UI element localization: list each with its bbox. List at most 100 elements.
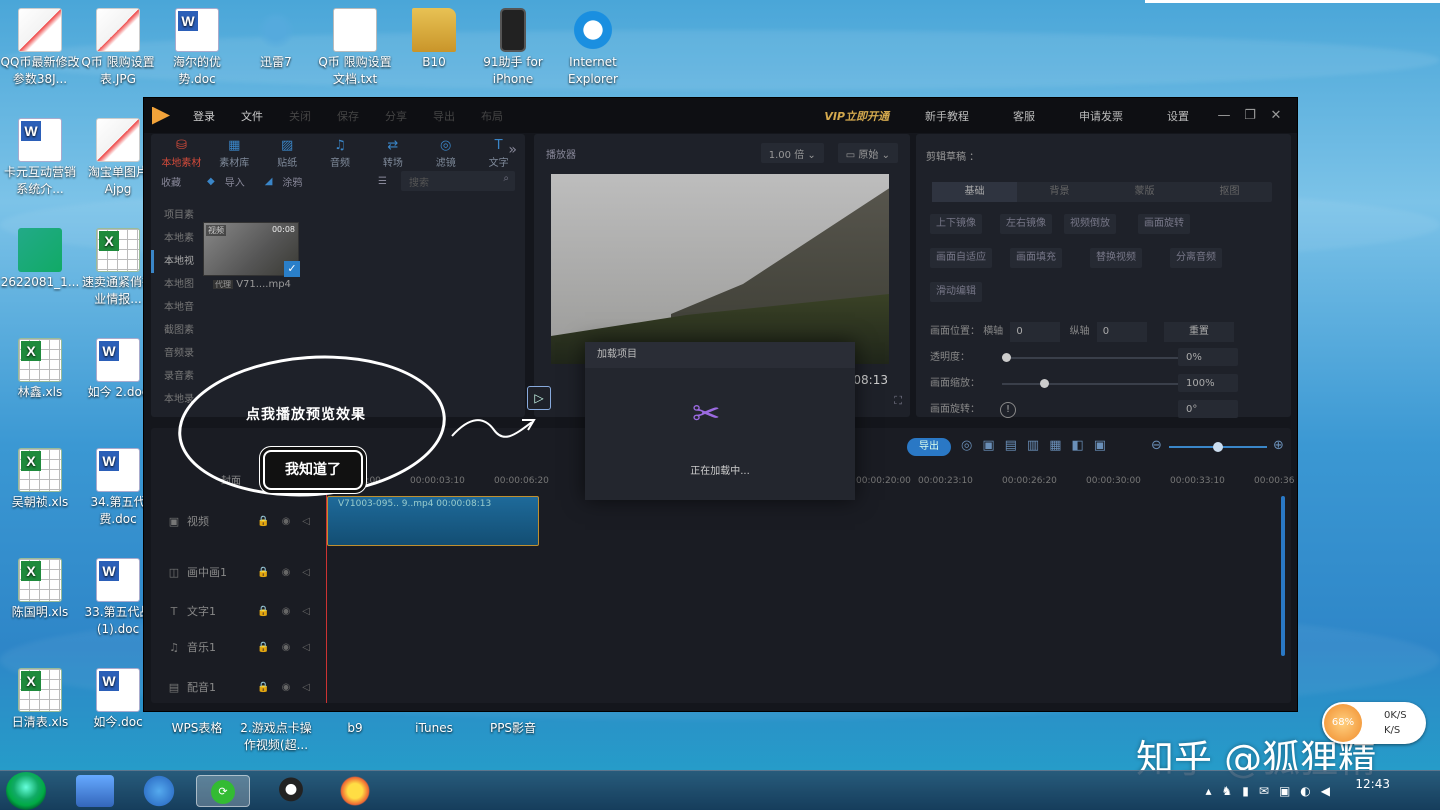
timeline-track[interactable]: T 文字1 🔒◉◁ <box>151 592 326 630</box>
export-button[interactable]: 导出 <box>907 438 951 456</box>
reset-button[interactable]: 重置 <box>1163 322 1234 342</box>
desktop-icon[interactable]: iTunes <box>394 720 474 737</box>
rotate-input[interactable]: 0° <box>1178 400 1238 418</box>
media-category-item[interactable]: 音频录 <box>151 342 195 365</box>
expand-icon[interactable]: » <box>508 142 517 158</box>
desktop-icon[interactable]: 迅雷7 <box>236 8 316 71</box>
desktop-icon[interactable]: 海尔的优势.doc <box>157 8 237 88</box>
zoom-in-icon[interactable]: ⊕ <box>1273 438 1284 453</box>
fullscreen-icon[interactable]: ⛶ <box>894 394 902 408</box>
desktop-icon[interactable]: B10 <box>394 8 474 71</box>
desktop-icon[interactable]: 吴朝祯.xls <box>0 448 80 511</box>
support-link[interactable]: 客服 <box>991 108 1057 124</box>
tutorial-link[interactable]: 新手教程 <box>903 108 991 124</box>
game-icon[interactable] <box>336 775 374 807</box>
timeline-track[interactable]: ▣ 视频 🔒◉◁ <box>151 502 326 540</box>
h-axis-input[interactable]: 0 <box>1010 322 1061 342</box>
video-clip[interactable]: V71003-095.. 9..mp4 00:00:08:13 <box>327 496 539 546</box>
file-menu[interactable]: 文件 <box>228 108 276 124</box>
desktop-icon[interactable]: WPS表格 <box>157 720 237 737</box>
media-category-item[interactable]: 项目素 <box>151 204 195 227</box>
desktop-icon[interactable]: b9 <box>315 720 395 737</box>
lock-icon[interactable]: 🔒◉◁ <box>257 682 326 693</box>
invoice-link[interactable]: 申请发票 <box>1057 108 1145 124</box>
desktop-icon[interactable]: 91助手 for iPhone <box>473 8 553 88</box>
property-tab[interactable]: 抠图 <box>1187 182 1272 202</box>
opacity-knob[interactable] <box>1002 353 1011 362</box>
property-button[interactable]: 替换视频 <box>1090 248 1142 268</box>
close-menu[interactable]: 关闭 <box>276 108 324 124</box>
editor-task-icon[interactable]: ⟳ <box>196 775 250 807</box>
property-tab[interactable]: 蒙版 <box>1102 182 1187 202</box>
close-icon[interactable]: ✕ <box>1263 108 1289 123</box>
property-button[interactable]: 画面旋转 <box>1138 214 1190 234</box>
desktop-icon[interactable]: 卡元互动营销系统介... <box>0 118 80 198</box>
zoom-out-icon[interactable]: ⊖ <box>1151 438 1162 453</box>
lock-icon[interactable]: 🔒◉◁ <box>257 567 326 578</box>
qq-icon[interactable] <box>272 775 310 807</box>
media-thumbnail[interactable]: 视频 00:08 ✓ <box>203 222 300 277</box>
media-tool-2[interactable]: ▨ 贴纸 <box>261 134 314 169</box>
search-input[interactable]: 搜索 ⌕ <box>401 171 515 191</box>
restore-icon[interactable]: ❐ <box>1237 108 1263 123</box>
control-panel-icon[interactable] <box>76 775 114 807</box>
network-widget[interactable]: 68% 0K/S K/S <box>1322 702 1426 744</box>
desktop-icon[interactable]: Internet Explorer <box>553 8 633 88</box>
desktop-icon[interactable]: 日清表.xls <box>0 668 80 731</box>
property-button[interactable]: 画面自适应 <box>930 248 992 268</box>
lock-icon[interactable]: 🔒◉◁ <box>257 516 326 527</box>
sort-icon[interactable]: ☰ <box>378 176 387 187</box>
favorite-tab[interactable]: 收藏 <box>161 174 181 189</box>
media-category-item[interactable]: 本地图 <box>151 273 195 296</box>
media-category-item[interactable]: 本地视 <box>151 250 195 273</box>
browser-icon[interactable] <box>140 775 178 807</box>
minimize-icon[interactable]: — <box>1211 108 1237 123</box>
property-button[interactable]: 分离音频 <box>1170 248 1222 268</box>
timeline-track[interactable]: ♫ 音乐1 🔒◉◁ <box>151 628 326 666</box>
play-button[interactable]: ▷ <box>527 386 551 410</box>
lock-icon[interactable]: 🔒◉◁ <box>257 606 326 617</box>
zoom-slider[interactable] <box>1169 442 1267 452</box>
system-tray[interactable]: ▴♞▮✉▣◐◀ <box>1206 784 1340 798</box>
got-it-button[interactable]: 我知道了 <box>263 450 363 490</box>
check-icon[interactable]: ✓ <box>284 261 300 277</box>
vip-link[interactable]: VIP立即开通 <box>810 108 903 124</box>
save-menu[interactable]: 保存 <box>324 108 372 124</box>
media-category-item[interactable]: 本地音 <box>151 296 195 319</box>
media-tool-0[interactable]: ⛁ 本地素材 <box>155 134 208 169</box>
v-axis-input[interactable]: 0 <box>1096 322 1147 342</box>
property-button[interactable]: 左右镜像 <box>1000 214 1052 234</box>
ratio-select[interactable]: ▭ 原始 ⌄ <box>837 143 898 163</box>
desktop-icon[interactable]: Q币 限购设置文档.txt <box>315 8 395 88</box>
desktop-icon[interactable]: Q币 限购设置表.JPG <box>78 8 158 88</box>
scale-knob[interactable] <box>1040 379 1049 388</box>
scale-input[interactable]: 100% <box>1178 374 1238 392</box>
property-button[interactable]: 滑动编辑 <box>930 282 982 302</box>
lock-icon[interactable]: 🔒◉◁ <box>257 642 326 653</box>
rotate-dial-icon[interactable]: ! <box>1000 402 1016 418</box>
layout-menu[interactable]: 布局 <box>468 108 516 124</box>
property-button[interactable]: 视频倒放 <box>1064 214 1116 234</box>
import-button[interactable]: 导入 <box>225 174 245 189</box>
desktop-icon[interactable]: 陈国明.xls <box>0 558 80 621</box>
timeline-track[interactable]: ◫ 画中画1 🔒◉◁ <box>151 553 326 591</box>
opacity-input[interactable]: 0% <box>1178 348 1238 366</box>
settings-link[interactable]: 设置 <box>1145 108 1211 124</box>
share-menu[interactable]: 分享 <box>372 108 420 124</box>
scale-slider[interactable] <box>1002 379 1202 388</box>
timeline-tools[interactable]: ◎▣▤▥▦◧▣ <box>961 438 1116 453</box>
timeline-track[interactable]: ▤ 配音1 🔒◉◁ <box>151 668 326 706</box>
media-tool-1[interactable]: ▦ 素材库 <box>208 134 261 169</box>
desktop-icon[interactable]: 2622081_1... <box>0 228 80 291</box>
property-button[interactable]: 画面填充 <box>1010 248 1062 268</box>
desktop-icon[interactable]: 林鑫.xls <box>0 338 80 401</box>
property-button[interactable]: 上下镜像 <box>930 214 982 234</box>
paint-icon[interactable]: ◢ <box>265 176 273 187</box>
media-category-item[interactable]: 录音素 <box>151 365 195 388</box>
media-category-item[interactable]: 本地素 <box>151 227 195 250</box>
timeline-scrollbar[interactable] <box>1281 496 1285 656</box>
export-menu[interactable]: 导出 <box>420 108 468 124</box>
login-menu[interactable]: 登录 <box>180 108 228 124</box>
desktop-icon[interactable]: PPS影音 <box>473 720 553 737</box>
desktop-icon[interactable]: 2.游戏点卡操作视频(超... <box>236 720 316 754</box>
